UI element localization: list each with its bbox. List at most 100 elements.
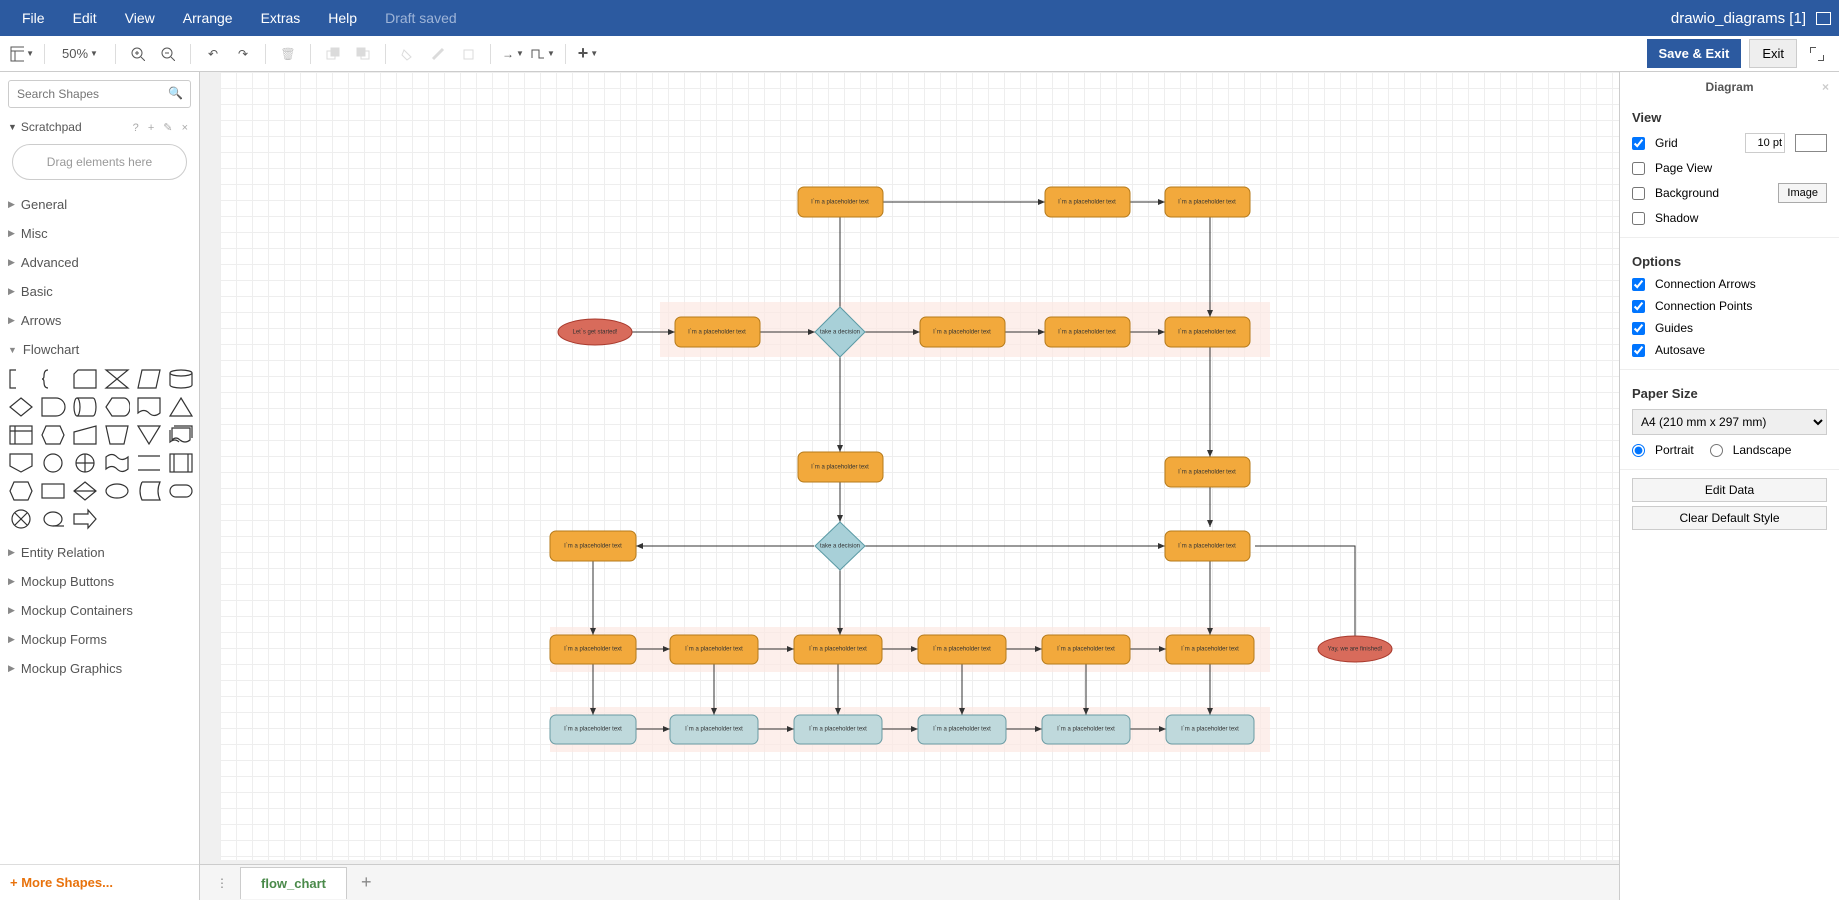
cat-entity-relation[interactable]: ▶Entity Relation [0,538,199,567]
shape-database-icon[interactable] [168,368,194,390]
cat-flowchart[interactable]: ▼Flowchart [0,335,199,364]
paper-size-select[interactable]: A4 (210 mm x 297 mm) [1632,409,1827,435]
cat-mockup-forms[interactable]: ▶Mockup Forms [0,625,199,654]
shape-display-icon[interactable] [104,396,130,418]
grid-color-swatch[interactable] [1795,134,1827,152]
to-back-button[interactable] [351,42,375,66]
svg-text:I`m a placeholder text: I`m a placeholder text [564,727,622,733]
shape-start-icon[interactable] [104,480,130,502]
zoom-value[interactable]: 50%▼ [55,42,105,66]
shape-stored-icon[interactable] [136,480,162,502]
shape-internal-icon[interactable] [8,424,34,446]
shape-brace-icon[interactable] [40,368,66,390]
cat-misc[interactable]: ▶Misc [0,219,199,248]
cat-advanced[interactable]: ▶Advanced [0,248,199,277]
shape-sum-icon[interactable] [8,508,34,530]
waypoint-button[interactable]: ▼ [531,42,555,66]
document-title[interactable]: drawio_diagrams [1] [1671,10,1806,27]
scratchpad-header[interactable]: ▼Scratchpad ? + ✎ × [0,116,199,138]
save-exit-button[interactable]: Save & Exit [1647,39,1742,68]
shape-input-icon[interactable] [72,424,98,446]
shape-sort-icon[interactable] [72,480,98,502]
conn-points-checkbox[interactable] [1632,300,1645,313]
view-mode-button[interactable]: ▼ [10,42,34,66]
cat-mockup-containers[interactable]: ▶Mockup Containers [0,596,199,625]
search-shapes-input[interactable] [8,80,191,108]
to-front-button[interactable] [321,42,345,66]
conn-arrows-checkbox[interactable] [1632,278,1645,291]
shape-offpage-icon[interactable] [8,452,34,474]
shape-manual-icon[interactable] [104,424,130,446]
format-panel-icon[interactable] [1816,12,1831,25]
cat-mockup-graphics[interactable]: ▶Mockup Graphics [0,654,199,683]
shape-card-icon[interactable] [72,368,98,390]
shape-preparation-icon[interactable] [8,480,34,502]
pageview-checkbox[interactable] [1632,162,1645,175]
cat-arrows[interactable]: ▶Arrows [0,306,199,335]
svg-text:I`m a placeholder text: I`m a placeholder text [685,647,743,653]
cat-basic[interactable]: ▶Basic [0,277,199,306]
menu-edit[interactable]: Edit [59,2,111,34]
shape-merge-icon[interactable] [136,424,162,446]
zoom-in-button[interactable] [126,42,150,66]
close-icon[interactable]: × [1822,80,1829,94]
add-page-button[interactable]: + [353,872,380,893]
shape-extract-icon[interactable] [168,396,194,418]
shape-predefined-icon[interactable] [168,452,194,474]
delete-button[interactable]: 🗑 [276,42,300,66]
shape-delay-icon[interactable] [40,396,66,418]
shape-tape-icon[interactable] [104,452,130,474]
diagram-svg[interactable]: Let`s get started! I`m a placeholder tex… [200,72,1619,900]
shape-transfer-icon[interactable] [72,508,98,530]
grid-size-input[interactable] [1745,133,1785,153]
shape-document-icon[interactable] [136,396,162,418]
more-shapes-button[interactable]: + More Shapes... [0,864,199,900]
shape-parallel-icon[interactable] [136,452,162,474]
menu-extras[interactable]: Extras [247,2,315,34]
shape-directdata-icon[interactable] [72,396,98,418]
pages-menu-icon[interactable]: ⋮ [210,876,234,890]
shape-loop-icon[interactable] [40,424,66,446]
shape-or-icon[interactable] [72,452,98,474]
menu-view[interactable]: View [111,2,169,34]
shape-connector-icon[interactable] [40,452,66,474]
redo-button[interactable]: ↷ [231,42,255,66]
edit-data-button[interactable]: Edit Data [1632,478,1827,502]
shape-data-icon[interactable] [136,368,162,390]
scratchpad-actions[interactable]: ? + ✎ × [133,121,191,134]
shape-collate-icon[interactable] [104,368,130,390]
grid-checkbox[interactable] [1632,137,1645,150]
background-checkbox[interactable] [1632,187,1645,200]
cat-general[interactable]: ▶General [0,190,199,219]
shape-annotation-icon[interactable] [8,368,34,390]
menu-help[interactable]: Help [314,2,371,34]
cat-mockup-buttons[interactable]: ▶Mockup Buttons [0,567,199,596]
clear-style-button[interactable]: Clear Default Style [1632,506,1827,530]
scratchpad-dropzone[interactable]: Drag elements here [12,144,187,180]
guides-checkbox[interactable] [1632,322,1645,335]
canvas[interactable]: Let`s get started! I`m a placeholder tex… [200,72,1619,900]
fullscreen-button[interactable] [1805,42,1829,66]
connection-button[interactable]: →▼ [501,42,525,66]
search-icon: 🔍 [168,86,183,100]
autosave-checkbox[interactable] [1632,344,1645,357]
zoom-out-button[interactable] [156,42,180,66]
portrait-radio[interactable] [1632,444,1645,457]
bg-image-button[interactable]: Image [1778,183,1827,203]
insert-button[interactable]: +▼ [576,42,600,66]
shadow-button[interactable] [456,42,480,66]
menu-file[interactable]: File [8,2,59,34]
landscape-radio[interactable] [1710,444,1723,457]
shape-decision-icon[interactable] [8,396,34,418]
line-color-button[interactable] [426,42,450,66]
shadow-checkbox[interactable] [1632,212,1645,225]
menu-arrange[interactable]: Arrange [169,2,247,34]
shape-multidoc-icon[interactable] [168,424,194,446]
fill-color-button[interactable] [396,42,420,66]
undo-button[interactable]: ↶ [201,42,225,66]
shape-terminator-icon[interactable] [168,480,194,502]
shape-process-icon[interactable] [40,480,66,502]
shape-tape2-icon[interactable] [40,508,66,530]
exit-button[interactable]: Exit [1749,39,1797,68]
page-tab-active[interactable]: flow_chart [240,867,347,899]
